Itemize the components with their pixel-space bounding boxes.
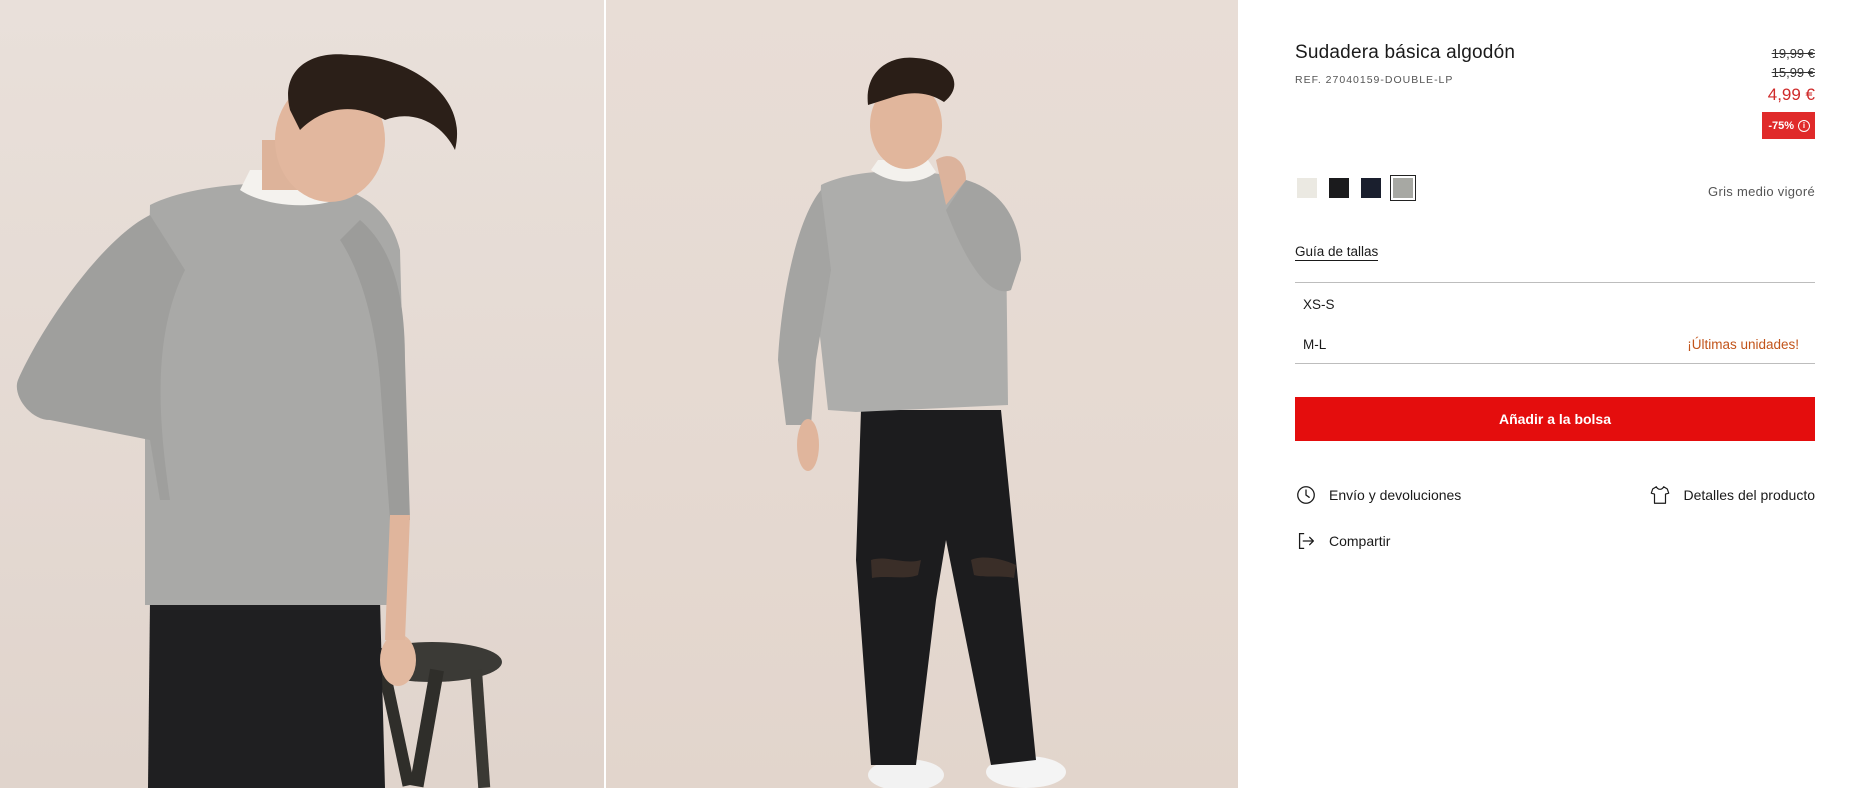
price-block: 19,99 € 15,99 € 4,99 € -75% i (1762, 44, 1815, 139)
shipping-returns-label: Envío y devoluciones (1329, 487, 1462, 503)
product-info-panel: Sudadera básica algodón REF. 27040159-DO… (1295, 0, 1815, 788)
current-price: 4,99 € (1767, 85, 1815, 104)
size-guide-link[interactable]: Guía de tallas (1295, 244, 1379, 261)
shipping-returns-link[interactable]: Envío y devoluciones (1295, 484, 1461, 506)
model-photo-seated (16, 54, 502, 788)
discount-label: -75% (1768, 119, 1794, 132)
info-icon[interactable]: i (1798, 119, 1810, 132)
color-swatches (1297, 175, 1416, 201)
model-photo-standing (778, 57, 1066, 788)
discount-badge[interactable]: -75% i (1762, 112, 1815, 139)
add-to-bag-button[interactable]: Añadir a la bolsa (1295, 397, 1815, 441)
size-label: M-L (1303, 336, 1327, 352)
share-link[interactable]: Compartir (1295, 530, 1390, 552)
product-ref: REF. 27040159-DOUBLE-LP (1295, 74, 1454, 86)
clock-icon (1297, 486, 1315, 504)
tshirt-icon (1651, 486, 1670, 504)
color-swatch-navy[interactable] (1361, 178, 1381, 198)
size-option-xs-s[interactable]: XS-S (1295, 285, 1815, 323)
color-swatch-grey[interactable] (1390, 175, 1416, 201)
color-swatch-black[interactable] (1329, 178, 1349, 198)
share-label: Compartir (1329, 533, 1391, 549)
size-label: XS-S (1303, 296, 1335, 312)
product-photo-1[interactable] (0, 0, 604, 788)
size-list: XS-S M-L ¡Últimas unidades! (1295, 282, 1815, 364)
selected-color-name: Gris medio vigoré (1708, 184, 1815, 199)
color-swatch-offwhite[interactable] (1297, 178, 1317, 198)
previous-price: 15,99 € (1771, 65, 1815, 80)
product-title: Sudadera básica algodón (1295, 42, 1516, 63)
last-units-note: ¡Últimas unidades! (1687, 336, 1799, 352)
share-exit-icon (1298, 533, 1314, 549)
product-photo-2[interactable] (606, 0, 1238, 788)
product-details-label: Detalles del producto (1683, 487, 1815, 503)
original-price: 19,99 € (1771, 46, 1815, 61)
product-details-link[interactable]: Detalles del producto (1649, 484, 1815, 506)
size-option-m-l[interactable]: M-L ¡Últimas unidades! (1295, 325, 1815, 363)
